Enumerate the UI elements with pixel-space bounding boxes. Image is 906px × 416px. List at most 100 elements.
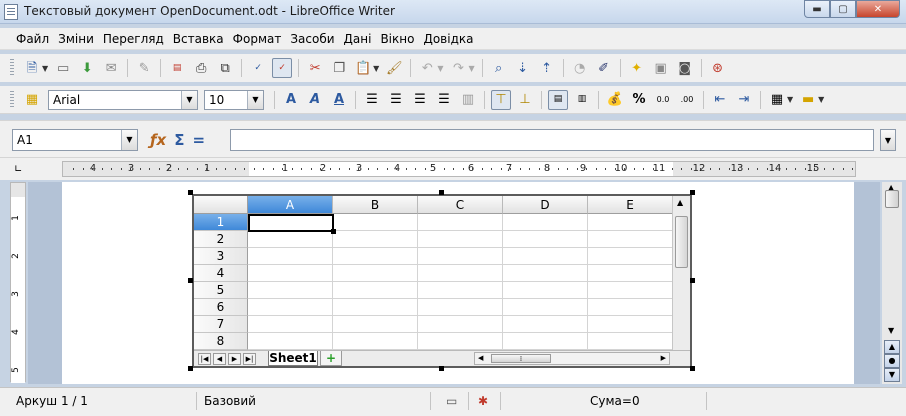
row-header-5[interactable]: 5 — [194, 282, 248, 299]
row-header-8[interactable]: 8 — [194, 333, 248, 350]
cut-icon[interactable]: ✂ — [305, 58, 325, 78]
last-sheet-icon[interactable]: ▶| — [243, 353, 256, 365]
resize-handle[interactable] — [439, 366, 444, 371]
formula-input[interactable] — [230, 129, 874, 151]
resize-handle[interactable] — [188, 190, 193, 195]
chevron-down-icon[interactable]: ▼ — [818, 95, 824, 104]
previous-page-icon[interactable]: ▲ — [884, 340, 900, 354]
row-header-6[interactable]: 6 — [194, 299, 248, 316]
sheet-vertical-scrollbar[interactable]: ▲ — [672, 196, 690, 350]
column-header-e[interactable]: E — [588, 196, 673, 214]
chevron-down-icon[interactable]: ▼ — [437, 64, 443, 73]
row-header-2[interactable]: 2 — [194, 231, 248, 248]
background-color-icon[interactable]: ▬ — [798, 90, 818, 110]
align-vertical-center-icon[interactable]: ⊥ — [515, 90, 535, 110]
align-top-icon[interactable]: ⊤ — [491, 89, 511, 110]
sum-icon[interactable]: Σ — [174, 130, 184, 150]
close-button[interactable]: ✕ — [856, 0, 900, 18]
resize-handle[interactable] — [439, 190, 444, 195]
toolbar-grip[interactable] — [10, 90, 14, 109]
page-indicator[interactable]: Аркуш 1 / 1 — [16, 394, 88, 408]
menu-view[interactable]: Перегляд — [99, 32, 168, 46]
clone-formatting-icon[interactable]: 🖌 — [384, 58, 404, 78]
navigation-icon[interactable]: ● — [884, 354, 900, 368]
data-sources-icon[interactable]: ◙ — [675, 58, 695, 78]
align-left-icon[interactable]: ☰ — [362, 90, 382, 110]
scroll-thumb[interactable]: ⁞ — [491, 354, 551, 363]
embedded-spreadsheet[interactable]: ABCDE 12345678 ▲ |◀ ◀ ▶ ▶| Sheet1 + ◀ ⁞ … — [192, 194, 692, 368]
column-header-d[interactable]: D — [503, 196, 588, 214]
horizontal-ruler[interactable]: 4 3 2 1 1 2 3 4 5 6 7 8 9 10 11 12 13 14 15 — [62, 161, 856, 177]
chevron-down-icon[interactable]: ▼ — [247, 90, 263, 109]
select-all-corner[interactable] — [194, 196, 248, 214]
merge-cells-icon[interactable]: ▥ — [458, 90, 478, 110]
next-sheet-icon[interactable]: ▶ — [228, 353, 241, 365]
increase-indent-icon[interactable]: ⇥ — [734, 90, 754, 110]
resize-handle[interactable] — [690, 366, 695, 371]
row-header-3[interactable]: 3 — [194, 248, 248, 265]
spellcheck-icon[interactable]: ✓ — [248, 58, 268, 78]
resize-handle[interactable] — [188, 278, 193, 283]
help-icon[interactable]: ⊛ — [708, 58, 728, 78]
chevron-down-icon[interactable]: ▼ — [181, 90, 197, 109]
chevron-down-icon[interactable]: ▼ — [373, 64, 379, 73]
scroll-thumb[interactable] — [885, 190, 899, 208]
resize-handle[interactable] — [690, 190, 695, 195]
function-wizard-icon[interactable]: ƒx — [150, 130, 166, 150]
column-header-b[interactable]: B — [333, 196, 418, 214]
open-folder-icon[interactable]: ▭ — [53, 58, 73, 78]
sort-ascending-icon[interactable]: ⇣ — [513, 58, 533, 78]
paste-icon[interactable]: 📋 — [353, 58, 373, 78]
edit-file-icon[interactable]: ✎ — [134, 58, 154, 78]
menu-data[interactable]: Дані — [340, 32, 376, 46]
chart-icon[interactable]: ◔ — [570, 58, 590, 78]
resize-handle[interactable] — [690, 278, 695, 283]
minimize-button[interactable]: ▬ — [804, 0, 830, 18]
scroll-down-icon[interactable]: ▼ — [888, 326, 894, 335]
underline-icon[interactable]: A — [329, 90, 349, 110]
document-modified-icon[interactable]: ✱ — [478, 394, 488, 408]
font-size-combo[interactable]: 10 ▼ — [204, 89, 264, 110]
page-style[interactable]: Базовий — [204, 394, 256, 408]
find-replace-icon[interactable]: ⌕ — [489, 58, 509, 78]
chevron-down-icon[interactable]: ▼ — [468, 64, 474, 73]
new-document-icon[interactable]: 🗎 — [22, 58, 42, 78]
column-header-c[interactable]: C — [418, 196, 503, 214]
menu-file[interactable]: Файл — [12, 32, 53, 46]
next-page-icon[interactable]: ▼ — [884, 368, 900, 382]
menu-edit[interactable]: Зміни — [54, 32, 98, 46]
row-header-4[interactable]: 4 — [194, 265, 248, 282]
sheet-tab[interactable]: Sheet1 — [268, 351, 318, 366]
currency-icon[interactable]: 💰 — [605, 90, 625, 110]
tab-stop-icon[interactable]: ∟ — [14, 164, 22, 175]
justify-icon[interactable]: ☰ — [434, 90, 454, 110]
wrap-shrink-icon[interactable]: ▥ — [572, 90, 592, 110]
italic-icon[interactable]: A — [305, 90, 325, 110]
print-preview-icon[interactable]: ⧉ — [215, 58, 235, 78]
chevron-down-icon[interactable]: ▼ — [880, 129, 896, 151]
number-format-icon[interactable]: 0.0 — [653, 90, 673, 110]
wrap-text-icon[interactable]: ▤ — [548, 89, 568, 110]
formula-icon[interactable]: = — [192, 130, 205, 150]
sheet-horizontal-scrollbar[interactable]: ◀ ⁞ ▶ — [474, 352, 670, 365]
add-decimal-icon[interactable]: .00 — [677, 90, 697, 110]
save-icon[interactable]: ⬇ — [77, 58, 97, 78]
navigator-icon[interactable]: ✦ — [627, 58, 647, 78]
scroll-right-icon[interactable]: ▶ — [661, 354, 666, 362]
gallery-icon[interactable]: ▣ — [651, 58, 671, 78]
align-right-icon[interactable]: ☰ — [410, 90, 430, 110]
styles-icon[interactable]: ▦ — [22, 90, 42, 110]
copy-icon[interactable]: ❐ — [329, 58, 349, 78]
autospellcheck-icon[interactable]: ✓ — [272, 58, 293, 78]
first-sheet-icon[interactable]: |◀ — [198, 353, 211, 365]
export-pdf-icon[interactable]: ▤ — [167, 58, 187, 78]
row-header-1[interactable]: 1 — [194, 214, 248, 231]
chevron-down-icon[interactable]: ▼ — [787, 95, 793, 104]
vertical-ruler[interactable]: 1 2 3 4 5 — [10, 182, 26, 383]
document-vertical-scrollbar[interactable]: ▲ ▼ ▲ ● ▼ — [882, 182, 902, 384]
add-sheet-button[interactable]: + — [320, 351, 342, 366]
maximize-button[interactable]: ▢ — [830, 0, 856, 18]
align-center-icon[interactable]: ☰ — [386, 90, 406, 110]
menu-window[interactable]: Вікно — [376, 32, 418, 46]
active-cell[interactable] — [248, 214, 336, 234]
